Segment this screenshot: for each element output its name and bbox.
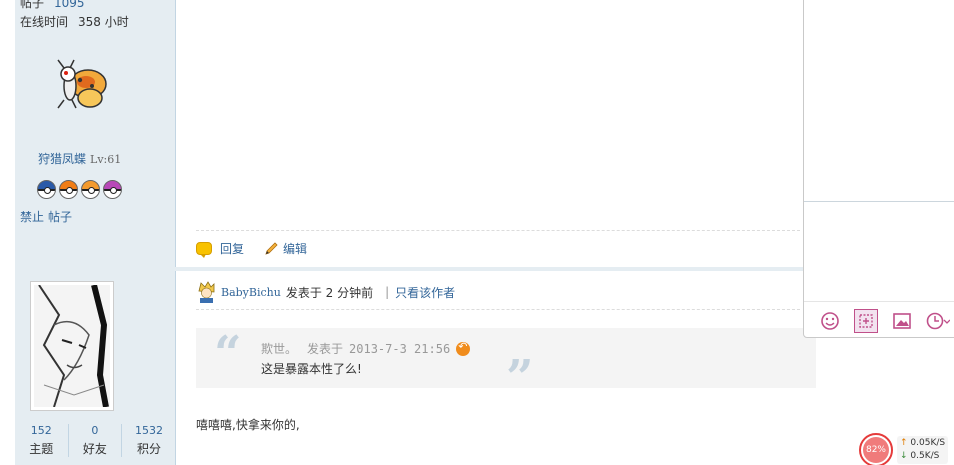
ban-posts-link[interactable]: 帖子	[48, 210, 72, 224]
online-label: 在线时间	[20, 15, 69, 29]
divider	[196, 309, 800, 310]
user-stats: 152 主题 0 好友 1532 积分	[15, 424, 176, 457]
download-arrow-icon: ↓	[900, 450, 908, 461]
post-separator	[15, 267, 803, 271]
memory-usage-ring[interactable]: 82%	[859, 432, 893, 465]
post-body: 嘻嘻嘻,快拿来你的,	[196, 418, 300, 432]
post-content-column	[176, 0, 806, 465]
divider	[196, 230, 800, 231]
image-icon[interactable]	[890, 309, 914, 333]
reply-icon	[196, 242, 212, 258]
post-header: BabyBichu 发表于 2 分钟前 | 只看该作者	[196, 281, 455, 303]
posted-time: 发表于 2 分钟前	[285, 285, 374, 300]
avatar[interactable]	[30, 281, 114, 411]
reply-button[interactable]: 回复	[220, 240, 244, 257]
great-ball-icon	[37, 180, 56, 199]
threads-value[interactable]: 152	[15, 424, 68, 437]
friends-value[interactable]: 0	[69, 424, 122, 437]
posts-stat: 帖子 1095	[20, 0, 85, 11]
friends-label: 好友	[82, 442, 107, 456]
pet-level: Lv:61	[90, 153, 122, 166]
posts-label: 帖子	[20, 0, 45, 10]
points-label: 积分	[136, 442, 161, 456]
points-value[interactable]: 1532	[122, 424, 176, 437]
only-author-link[interactable]: 只看该作者	[395, 284, 455, 301]
speed-readout: ↑ 0.05K/S ↓ 0.5K/S	[897, 435, 949, 464]
pencil-icon	[265, 242, 278, 255]
threads-stat: 152 主题	[15, 424, 69, 457]
screenshot-icon[interactable]	[854, 308, 878, 333]
online-value: 358 小时	[78, 15, 129, 29]
avatar-image	[34, 285, 110, 407]
posts-value[interactable]: 1095	[54, 0, 85, 10]
pet-name-label[interactable]: 狩猎凤蝶	[38, 152, 86, 166]
upload-arrow-icon: ↑	[900, 437, 908, 448]
orange-ball-icon	[59, 180, 78, 199]
quick-reply-panel	[803, 0, 954, 338]
author-name[interactable]: BabyBichu	[221, 286, 281, 299]
orange-ball-icon	[81, 180, 100, 199]
usage-percent: 82%	[863, 436, 889, 463]
pet-name: 狩猎凤蝶 Lv:61	[38, 150, 121, 167]
threads-label: 主题	[29, 442, 54, 456]
editor-toolbar	[804, 301, 954, 339]
author-avatar-icon[interactable]	[196, 281, 217, 303]
download-speed: 0.5K/S	[910, 450, 940, 461]
points-stat: 1532 积分	[122, 424, 176, 457]
edit-button[interactable]: 编辑	[283, 240, 307, 257]
post-actions: 回复 编辑	[196, 240, 307, 258]
quote-posted-label: 发表于	[307, 342, 344, 356]
ban-links: 禁止 帖子	[20, 208, 76, 225]
pokeball-row	[37, 180, 122, 199]
quote-header: 欺世。 发表于 2013-7-3 21:56	[261, 340, 471, 357]
open-quote-icon: “	[214, 326, 242, 382]
network-speed-widget[interactable]: 82% ↑ 0.05K/S ↓ 0.5K/S	[859, 432, 954, 465]
quote-block: “ 欺世。 发表于 2013-7-3 21:56 这是暴露本性了么! ”	[196, 326, 816, 402]
close-quote-icon: ”	[506, 350, 534, 406]
quote-author: 欺世。	[261, 342, 298, 356]
quote-timestamp: 2013-7-3 21:56	[349, 341, 451, 356]
pet-butterfly-icon[interactable]	[50, 58, 112, 114]
emoticon-icon[interactable]	[818, 309, 842, 333]
ban-link[interactable]: 禁止	[20, 210, 44, 224]
clock-icon[interactable]	[926, 309, 950, 333]
friends-stat: 0 好友	[69, 424, 123, 457]
jump-to-post-icon[interactable]	[456, 340, 471, 356]
pipe-separator: |	[385, 285, 390, 299]
master-ball-icon	[103, 180, 122, 199]
upload-speed: 0.05K/S	[910, 437, 946, 448]
quote-text: 这是暴露本性了么!	[261, 362, 362, 376]
online-time-stat: 在线时间 358 小时	[20, 13, 129, 30]
manga-portrait-icon	[34, 285, 110, 407]
reply-textarea-divider	[804, 201, 954, 202]
